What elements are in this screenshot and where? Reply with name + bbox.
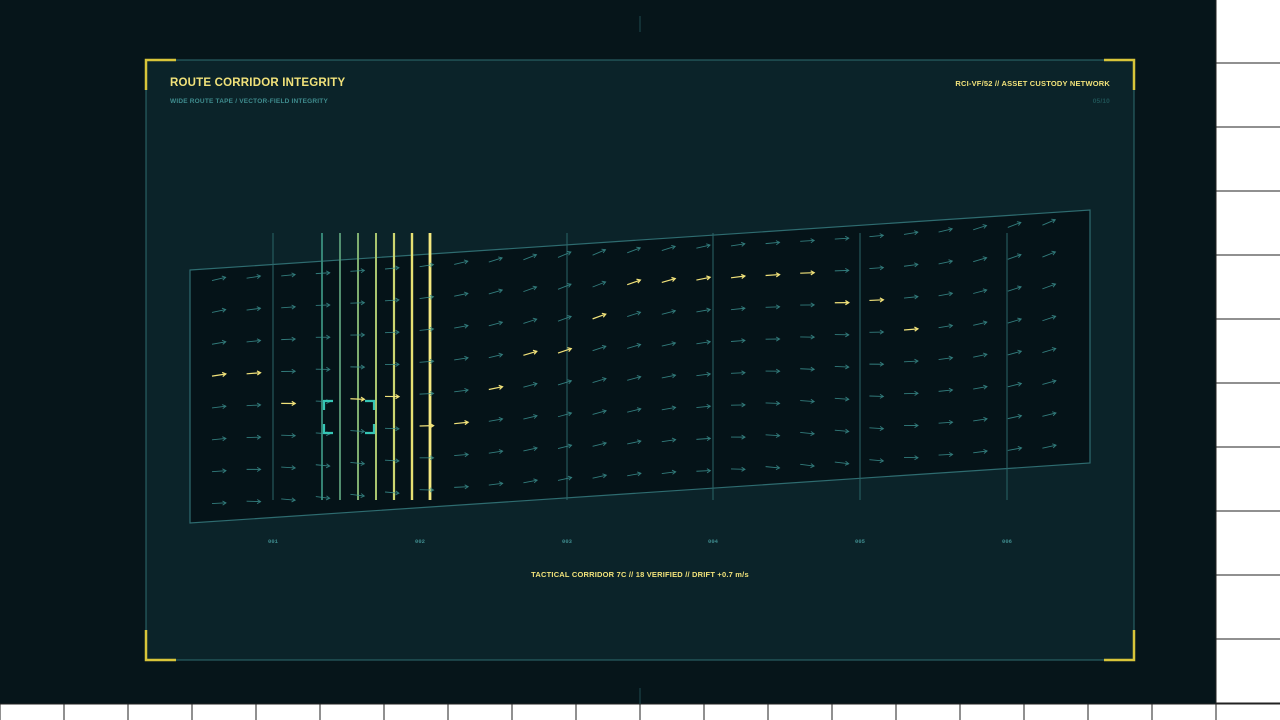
panel-subtitle: WIDE ROUTE TAPE / VECTOR-FIELD INTEGRITY [170, 98, 328, 105]
route-tape-graphic [0, 0, 1280, 720]
status-line: TACTICAL CORRIDOR 7C // 18 VERIFIED // D… [531, 570, 749, 579]
segment-label: 006 [1002, 538, 1012, 545]
page-counter: 05/10 [1092, 98, 1110, 105]
segment-label: 005 [855, 538, 865, 545]
edge-grid-right [1216, 0, 1280, 720]
segment-label: 002 [415, 538, 425, 545]
segment-label: 004 [708, 538, 718, 545]
panel-id-label: RCI-VF/52 // ASSET CUSTODY NETWORK [955, 79, 1110, 88]
panel-title: ROUTE CORRIDOR INTEGRITY [170, 77, 346, 89]
segment-label: 001 [268, 538, 278, 545]
hud-stage: ROUTE CORRIDOR INTEGRITY WIDE ROUTE TAPE… [0, 0, 1280, 720]
segment-label: 003 [562, 538, 572, 545]
